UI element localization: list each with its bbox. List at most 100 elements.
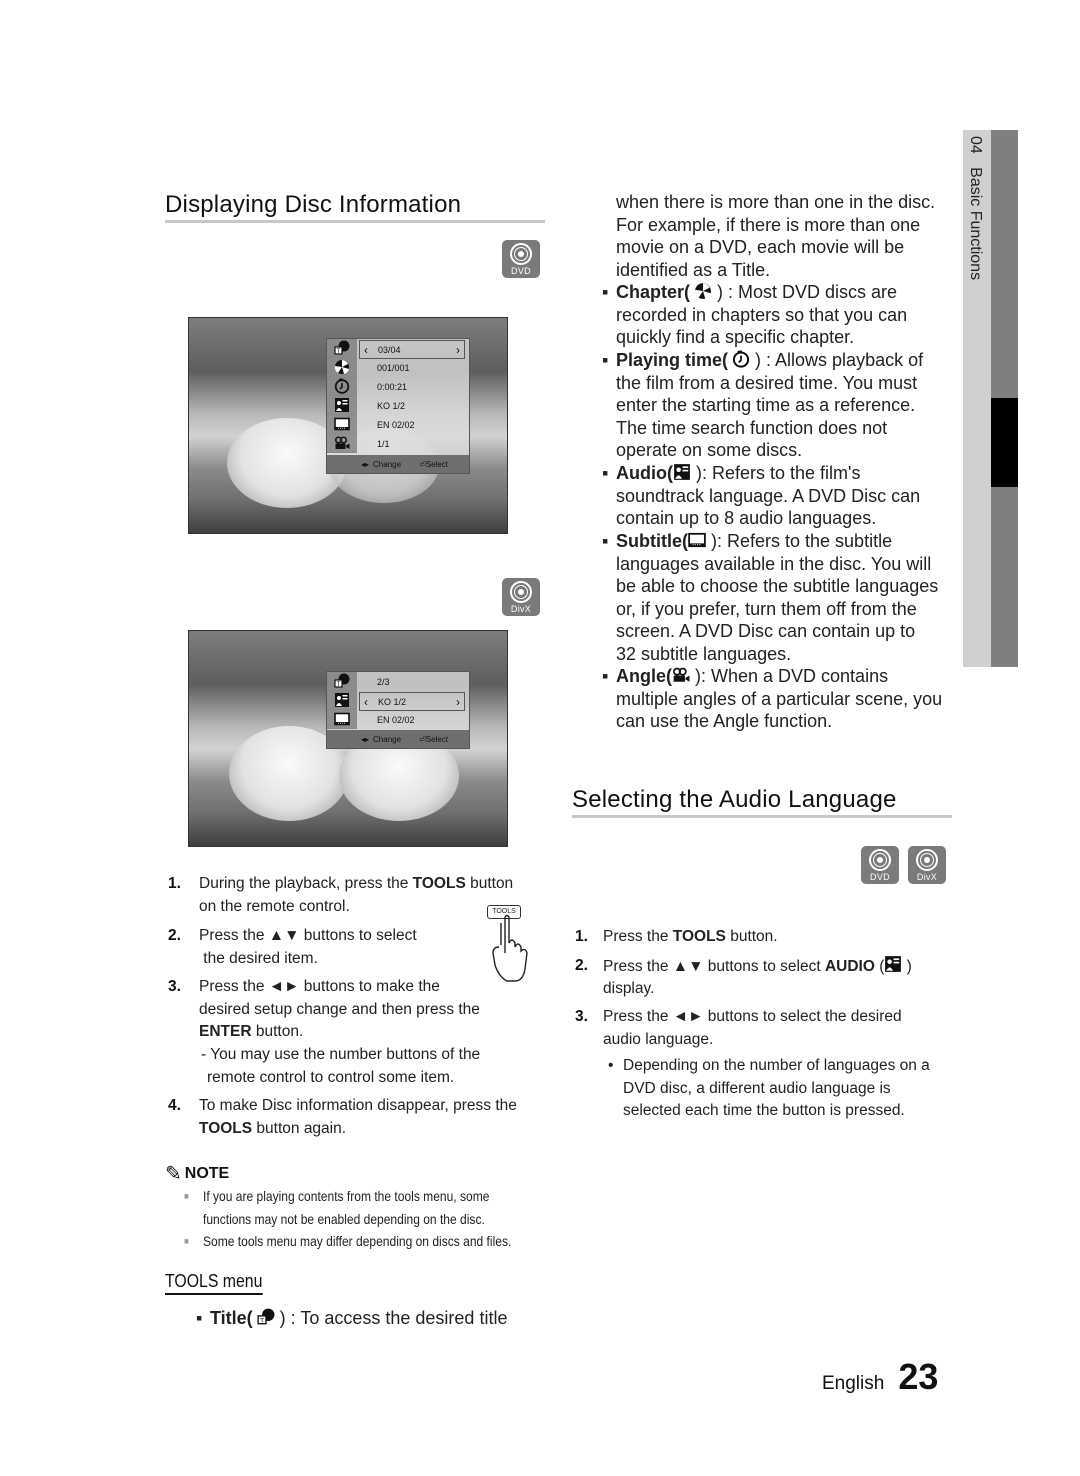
osd-row-audio[interactable]: ‹ KO 1/2 › — [359, 692, 465, 711]
note-item: Some tools menu may differ depending on … — [184, 1230, 511, 1253]
disc-icon — [510, 581, 532, 603]
left-arrow-icon: ‹ — [364, 695, 368, 709]
step-text: ) — [902, 958, 912, 975]
step-text: audio language. — [603, 1031, 714, 1048]
section-title-selecting-audio-language: Selecting the Audio Language — [572, 786, 897, 813]
item-label: Angle( — [616, 666, 672, 686]
osd-row-time: 0:00:21 — [377, 382, 408, 392]
chapter-icon — [327, 358, 357, 377]
playing-time-icon — [732, 350, 750, 368]
step-bold: ENTER — [199, 1023, 252, 1040]
osd-value: 03/04 — [378, 345, 401, 355]
osd-row-subtitle: EN 02/02 — [377, 715, 415, 725]
step-text: ( — [874, 958, 885, 975]
side-tab-current-marker — [991, 398, 1018, 487]
subtitle-icon — [327, 415, 357, 434]
text-line: contain up to 8 audio languages. — [616, 508, 877, 528]
tools-menu-title-item: Title( ) : To access the desired title — [196, 1307, 507, 1330]
disc-icon — [869, 849, 891, 871]
note-heading: ✎ NOTE — [165, 1161, 229, 1186]
text-line: or, if you prefer, turn them off from th… — [616, 598, 917, 619]
step-text: Press the ▲▼ buttons to select — [199, 927, 417, 944]
osd-change-label: Change — [373, 459, 402, 469]
osd-row-audio: KO 1/2 — [377, 401, 406, 411]
title-description-continued: when there is more than one in the disc.… — [616, 191, 935, 281]
item-text: ) : Allows playback of — [750, 350, 924, 370]
note-item-continued: functions may not be enabled depending o… — [203, 1208, 485, 1231]
playing-time-icon — [327, 377, 357, 396]
chapter-item: Chapter( ) : Most DVD discs are recorded… — [602, 281, 907, 349]
pencil-icon: ✎ — [165, 1163, 182, 1185]
step-text: Press the ◄► buttons to make the — [199, 978, 440, 995]
audio-bullet-note: • Depending on the number of languages o… — [608, 1055, 930, 1123]
text-line: movie on a DVD, each movie will be — [616, 237, 905, 257]
badge-label: DVD — [870, 872, 890, 882]
osd-footer: ◂▸ Change ⏎ Select — [327, 730, 469, 748]
item-label: Audio( — [616, 463, 673, 483]
osd-change-label: Change — [373, 734, 402, 744]
step-bold: TOOLS — [199, 1120, 253, 1137]
text-line: can use the Angle function. — [616, 711, 833, 731]
angle-item: Angle( ): When a DVD contains multiple a… — [602, 665, 942, 733]
disc-icon — [916, 849, 938, 871]
step-subnote: remote control to control some item. — [207, 1069, 455, 1086]
text-line: enter the starting time as a reference. — [616, 395, 916, 415]
text-line: languages available in the disc. You wil… — [616, 553, 932, 574]
section-title-rule — [165, 220, 545, 223]
step-number: 3. — [168, 978, 181, 995]
playing-time-item: Playing time( ) : Allows playback of the… — [602, 349, 923, 462]
step-text: button — [465, 875, 514, 892]
hand-icon — [492, 914, 528, 982]
subtitle-item: Subtitle( ): Refers to the subtitle lang… — [602, 530, 938, 665]
title-icon — [327, 339, 357, 358]
right-arrow-icon: › — [456, 695, 460, 709]
angle-icon — [327, 434, 357, 453]
chapter-side-tab: 04 Basic Functions — [963, 130, 1018, 667]
osd-row-angle: 1/1 — [377, 439, 390, 449]
chapter-title: Basic Functions — [967, 167, 984, 281]
item-text: ) : To access the desired title — [274, 1308, 508, 1328]
osd-row-title[interactable]: ‹ 03/04 › — [359, 340, 465, 359]
badge-label: DVD — [511, 266, 531, 276]
chapter-number: 04 — [967, 136, 984, 154]
badge-label: DivX — [916, 872, 938, 882]
divx-info-screenshot: 2/3 ‹ KO 1/2 › EN 02/02 ◂▸ Change ⏎ Select — [188, 630, 508, 847]
osd-select-label: Select — [425, 459, 448, 469]
tools-menu-heading: TOOLS menu — [165, 1271, 263, 1295]
item-text: ) : Most DVD discs are — [712, 282, 898, 302]
step-text: To make Disc information disappear, pres… — [199, 1097, 517, 1114]
step-bold: AUDIO — [824, 958, 875, 975]
audio-icon — [673, 463, 691, 481]
dvd-badge: DVD — [861, 846, 899, 884]
text-line: For example, if there is more than one — [616, 214, 921, 235]
step-text: button. — [251, 1023, 304, 1040]
tools-remote-hand-illustration: TOOLS — [485, 903, 535, 983]
divx-badge: DivX — [908, 846, 946, 884]
title-icon — [327, 672, 357, 691]
disc-info-osd: 2/3 ‹ KO 1/2 › EN 02/02 ◂▸ Change ⏎ Select — [326, 671, 470, 749]
text-line: the film from a desired time. You must — [616, 372, 918, 393]
bullet-dot: • — [608, 1057, 614, 1074]
step-number: 4. — [168, 1097, 181, 1114]
side-tab-text: 04 Basic Functions — [966, 136, 984, 280]
page-footer: English 23 — [822, 1356, 938, 1398]
step-subnote: - You may use the number buttons of the — [201, 1046, 481, 1063]
disc-icon — [510, 243, 532, 265]
osd-select-label: Select — [425, 734, 448, 744]
enter-icon: ⏎ — [419, 734, 426, 744]
page-language: English — [822, 1373, 885, 1394]
step-text: display. — [603, 980, 655, 997]
text-line: quickly find a specific chapter. — [616, 327, 855, 347]
disc-info-osd: ‹ 03/04 › 001/001 0:00:21 KO 1/2 EN 02/02 … — [326, 338, 470, 474]
step-text: Press the ▲▼ buttons to select — [603, 958, 825, 975]
text-line: soundtrack language. A DVD Disc can — [616, 485, 921, 506]
chapter-icon — [694, 282, 712, 300]
text-line: 32 subtitle languages. — [616, 643, 792, 664]
subtitle-icon — [688, 531, 706, 549]
enter-icon: ⏎ — [419, 459, 426, 469]
text-line: screen. A DVD Disc can contain up to — [616, 621, 916, 641]
audio-icon — [884, 955, 902, 973]
left-arrow-icon: ‹ — [364, 343, 368, 357]
step-text: button. — [725, 928, 778, 945]
osd-row-title: 2/3 — [377, 677, 390, 687]
